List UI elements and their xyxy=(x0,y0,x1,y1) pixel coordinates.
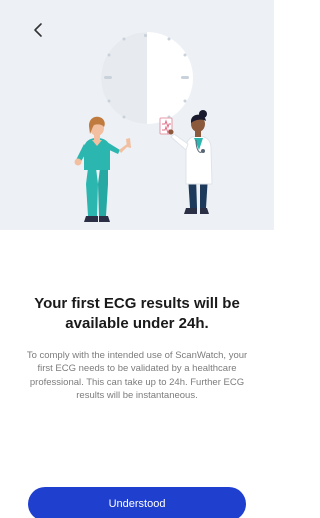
back-button[interactable] xyxy=(24,16,52,44)
chevron-left-icon xyxy=(34,23,42,37)
understood-button[interactable]: Understood xyxy=(28,487,246,518)
clock-icon xyxy=(101,32,193,124)
ecg-validation-screen: Your first ECG results will be available… xyxy=(0,0,274,518)
illustration-panel xyxy=(0,0,274,230)
doctor-figure xyxy=(159,110,213,214)
description-text: To comply with the intended use of ScanW… xyxy=(26,350,248,402)
patient-figure xyxy=(74,116,131,222)
page-title: Your first ECG results will be available… xyxy=(34,295,240,332)
